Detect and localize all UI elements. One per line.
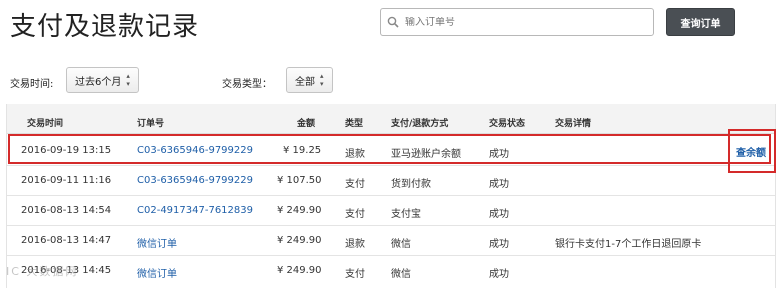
row-amount: ¥ 249.90 [277, 235, 322, 246]
search-input[interactable] [405, 16, 645, 28]
row-amount: ¥ 249.90 [277, 205, 322, 216]
type-filter-value: 全部 [295, 76, 315, 88]
row-method: 微信 [391, 269, 411, 280]
transactions-table: 交易时间 订单号 金额 类型 支付/退款方式 交易状态 交易详情 2016-09… [6, 104, 776, 288]
row-order-link[interactable]: 微信订单 [137, 235, 177, 250]
row-type: 退款 [345, 239, 365, 250]
search-box[interactable] [380, 8, 654, 36]
column-header-amount: 金额 [297, 119, 316, 129]
row-amount: ¥ 249.90 [277, 265, 322, 276]
row-status: 成功 [489, 239, 509, 250]
time-filter-label: 交易时间: [10, 79, 54, 90]
row-order-link[interactable]: C02-4917347-7612839 [137, 205, 253, 216]
row-method: 支付宝 [391, 209, 421, 220]
row-type: 支付 [345, 209, 365, 220]
table-row: 2016-09-11 11:16 C03-6365946-9799229 ¥ 1… [7, 166, 775, 196]
row-highlight-box [8, 134, 771, 164]
watermark: IC 大数据网 [6, 265, 79, 278]
row-time: 2016-08-13 14:54 [21, 205, 112, 216]
table-row: 2016-08-13 14:54 C02-4917347-7612839 ¥ 2… [7, 196, 775, 226]
row-method: 微信 [391, 239, 411, 250]
search-order-button[interactable]: 查询订单 [666, 8, 735, 36]
column-header-method: 支付/退款方式 [391, 119, 449, 129]
row-time: 2016-08-13 14:47 [21, 235, 112, 246]
table-row: 2016-08-13 14:45 微信订单 ¥ 249.90 支付 微信 成功 [7, 256, 775, 286]
type-filter-label: 交易类型： [222, 79, 272, 90]
row-status: 成功 [489, 209, 509, 220]
column-header-order: 订单号 [137, 119, 165, 129]
table-header: 交易时间 订单号 金额 类型 支付/退款方式 交易状态 交易详情 [7, 104, 775, 134]
row-order-link[interactable]: 微信订单 [137, 265, 177, 280]
row-order-link[interactable]: C03-6365946-9799229 [137, 175, 253, 186]
check-balance-link[interactable]: 查余额 [736, 144, 766, 159]
column-header-type: 类型 [345, 119, 364, 129]
search-icon [381, 9, 405, 35]
column-header-detail: 交易详情 [555, 119, 592, 129]
row-method: 货到付款 [391, 179, 431, 190]
time-filter-dropdown[interactable]: 过去6个月 ▴ ▾ [66, 67, 139, 93]
chevron-updown-icon: ▴ ▾ [320, 72, 324, 88]
row-detail: 银行卡支付1-7个工作日退回原卡 [555, 239, 702, 250]
column-header-time: 交易时间 [27, 119, 64, 129]
type-filter-dropdown[interactable]: 全部 ▴ ▾ [286, 67, 333, 93]
row-amount: ¥ 107.50 [277, 175, 322, 186]
table-row: 2016-08-13 14:47 微信订单 ¥ 249.90 退款 微信 成功 … [7, 226, 775, 256]
row-status: 成功 [489, 179, 509, 190]
chevron-updown-icon: ▴ ▾ [126, 72, 130, 88]
row-time: 2016-09-11 11:16 [21, 175, 112, 186]
row-type: 支付 [345, 269, 365, 280]
row-type: 支付 [345, 179, 365, 190]
column-header-status: 交易状态 [489, 119, 526, 129]
page-title: 支付及退款记录 [10, 12, 200, 42]
time-filter-value: 过去6个月 [75, 76, 122, 88]
row-status: 成功 [489, 269, 509, 280]
